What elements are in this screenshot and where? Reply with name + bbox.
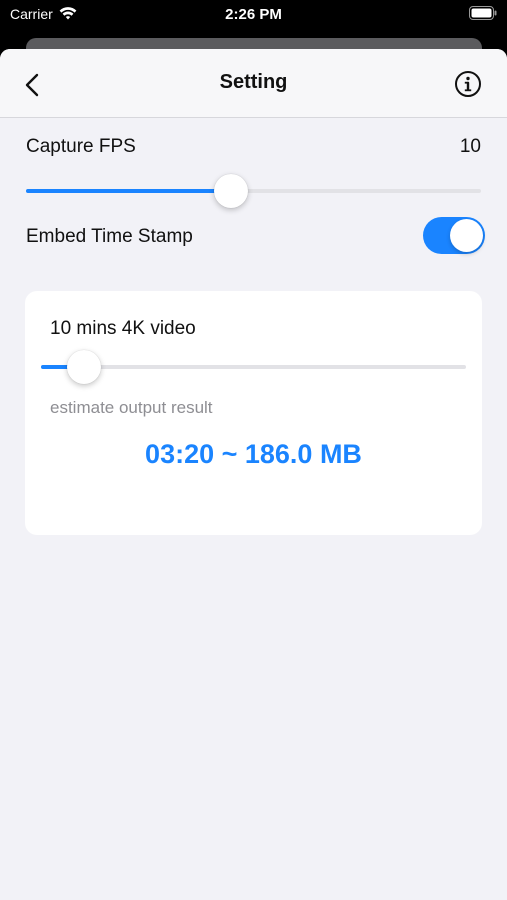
capture-fps-label: Capture FPS: [26, 136, 136, 157]
estimate-card: 10 mins 4K video estimate output result …: [25, 291, 482, 535]
toggle-knob: [450, 219, 483, 252]
settings-sheet: Setting Capture FPS 10 Embed Time Stamp: [0, 49, 507, 900]
info-circle-icon: [455, 71, 481, 97]
embed-time-stamp-toggle[interactable]: [423, 217, 485, 254]
estimate-output-result: 03:20 ~ 186.0 MB: [145, 439, 362, 469]
slider-track: [41, 365, 466, 369]
status-bar: Carrier 2:26 PM: [0, 0, 507, 30]
info-button[interactable]: [453, 69, 483, 99]
slider-thumb[interactable]: [66, 350, 101, 384]
slider-thumb[interactable]: [213, 174, 248, 208]
slider-fill: [26, 189, 231, 193]
capture-fps-slider[interactable]: [26, 174, 481, 208]
app-screen: Carrier 2:26 PM Setting Capture FPS 10 E…: [0, 0, 507, 900]
capture-fps-value: 10: [459, 136, 481, 157]
video-duration-label: 10 mins 4K video: [50, 318, 196, 339]
page-title: Setting: [219, 71, 288, 93]
estimate-output-label: estimate output result: [50, 398, 213, 417]
navigation-bar: Setting: [0, 49, 507, 118]
video-duration-slider[interactable]: [41, 350, 466, 384]
status-time: 2:26 PM: [225, 6, 282, 23]
battery-icon: [469, 6, 497, 20]
embed-time-stamp-label: Embed Time Stamp: [26, 226, 193, 247]
